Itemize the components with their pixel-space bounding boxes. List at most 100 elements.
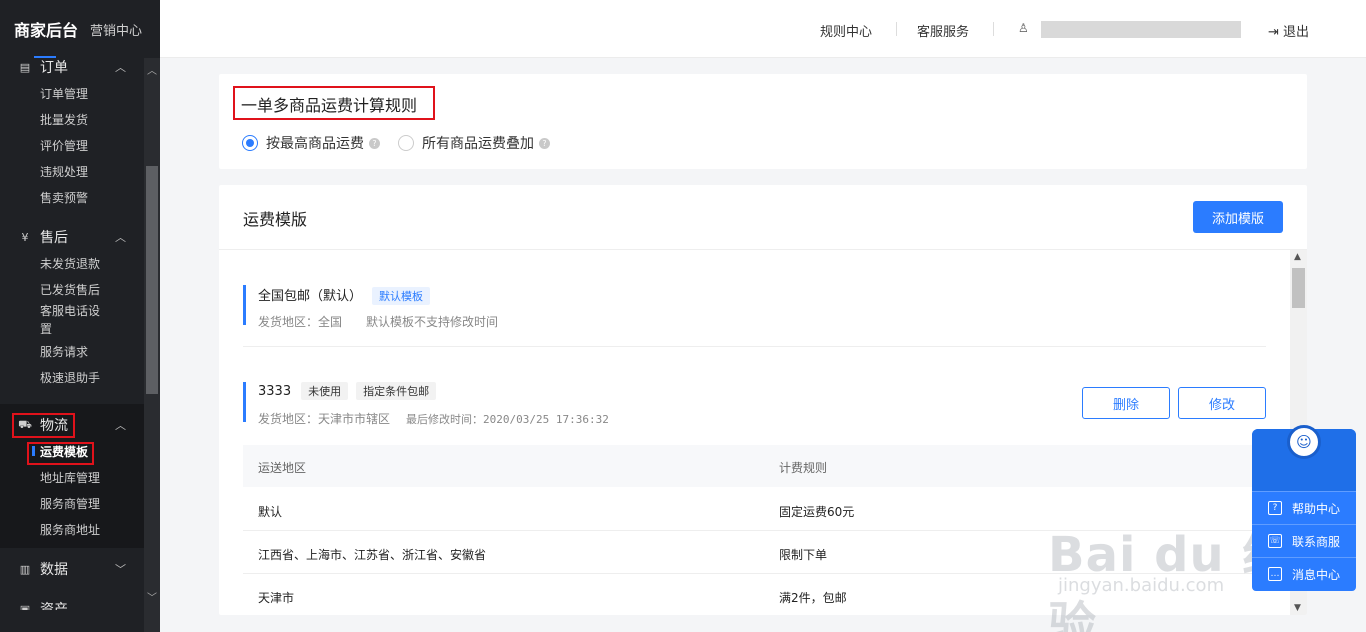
help-panel-header: ☺ <box>1252 425 1356 491</box>
cell-billing: 固定运费60元 <box>779 505 855 519</box>
freight-rule-card: 一单多商品运费计算规则 按最高商品运费 ? 所有商品运费叠加 ? <box>219 74 1307 169</box>
sidebar-scrollbar-thumb[interactable] <box>146 166 158 394</box>
nav-group-data-header[interactable]: ▥ 数据 ﹀ <box>0 556 144 582</box>
top-header: 规则中心 客服服务 ♙ ⇥ 退出 <box>160 0 1366 58</box>
user-icon[interactable]: ♙ <box>1018 21 1029 35</box>
template-accent-bar <box>243 382 246 422</box>
highlight-box-freight-template <box>27 442 94 465</box>
sidebar-item-unshipped-refund[interactable]: 未发货退款 <box>0 250 144 276</box>
brand-main-tab[interactable]: 商家后台 <box>14 17 78 41</box>
cell-billing: 限制下单 <box>779 548 828 562</box>
sidebar-item-review-manage[interactable]: 评价管理 <box>0 132 144 158</box>
yen-icon: ¥ <box>21 230 29 244</box>
chevron-up-icon: ︿ <box>115 61 126 74</box>
sidebar-item-violation[interactable]: 违规处理 <box>0 158 144 184</box>
template-table-header: 运送地区 计费规则 <box>243 445 1266 487</box>
header-divider <box>993 22 994 36</box>
sidebar: 商家后台 营销中心 ▤ 订单 ︿ 订单管理 批量发货 评价管理 违规处理 售卖预… <box>0 0 160 632</box>
logout-icon: ⇥ <box>1268 25 1284 40</box>
nav-group-asset: ▣ 资产 <box>0 596 144 610</box>
nav-group-order-title: 订单 <box>40 60 68 76</box>
rules-center-link[interactable]: 规则中心 <box>820 21 872 40</box>
tag-conditional-free-shipping: 指定条件包邮 <box>356 382 437 400</box>
asset-icon: ▣ <box>19 602 31 611</box>
nav-group-aftersale-title: 售后 <box>40 230 68 246</box>
sidebar-item-service-request[interactable]: 服务请求 <box>0 338 144 364</box>
delete-template-button[interactable]: 删除 <box>1082 387 1170 419</box>
cs-phone-line2: 置 <box>40 322 53 336</box>
chevron-up-icon: ︿ <box>115 231 126 244</box>
scroll-up-icon[interactable]: ▲ <box>1294 252 1301 262</box>
brand-marketing-tab[interactable]: 营销中心 <box>90 20 142 39</box>
cell-area: 江西省、上海市、江苏省、浙江省、安徽省 <box>258 548 487 562</box>
template-name: 全国包邮（默认） <box>258 289 363 304</box>
template-ship-area: 发货地区：天津市市辖区 <box>258 412 391 426</box>
sidebar-scrollbar[interactable]: ︿ ﹀ <box>144 58 160 632</box>
watermark-sub: jingyan.baidu.com <box>1058 575 1225 596</box>
column-header-area: 运送地区 <box>258 461 307 475</box>
chevron-down-icon: ﹀ <box>115 563 126 576</box>
tag-default-template: 默认模板 <box>372 287 431 305</box>
brand-bar: 商家后台 营销中心 <box>0 0 160 58</box>
templates-title: 运费模版 <box>243 210 308 229</box>
highlight-box-freight-rule <box>233 86 435 120</box>
sidebar-item-order-manage[interactable]: 订单管理 <box>0 80 144 106</box>
template-name-row: 3333 未使用 指定条件包邮 <box>258 382 437 400</box>
template-name: 3333 <box>258 384 292 399</box>
sidebar-item-sale-warning[interactable]: 售卖预警 <box>0 184 144 210</box>
scroll-down-icon[interactable]: ﹀ <box>147 589 157 604</box>
template-meta: 发货地区：天津市市辖区 最后修改时间：2020/03/25 17:36:32 <box>258 410 609 427</box>
sidebar-item-address-library[interactable]: 地址库管理 <box>0 464 144 490</box>
nav-group-aftersale-header[interactable]: ¥ 售后 ︿ <box>0 224 144 250</box>
order-doc-icon: ▤ <box>19 60 31 74</box>
column-header-billing: 计费规则 <box>779 461 828 475</box>
help-question-icon[interactable]: ? <box>539 137 550 149</box>
nav-group-data-title: 数据 <box>40 562 68 578</box>
templates-scrollbar-thumb[interactable] <box>1292 268 1305 308</box>
cell-area: 天津市 <box>258 591 295 605</box>
radio-sum-freight-label[interactable]: 所有商品运费叠加 <box>422 133 534 153</box>
sidebar-item-cs-phone-label: 客服电话设置 <box>40 302 100 338</box>
help-center-button[interactable]: ? 帮助中心 <box>1252 491 1356 524</box>
question-icon: ? <box>1268 501 1282 515</box>
sidebar-item-batch-ship[interactable]: 批量发货 <box>0 106 144 132</box>
cell-billing: 满2件，包邮 <box>779 591 847 605</box>
logout-button[interactable]: ⇥ 退出 <box>1268 21 1309 40</box>
sidebar-item-shipped-aftersale[interactable]: 已发货售后 <box>0 276 144 302</box>
sidebar-item-provider-manage[interactable]: 服务商管理 <box>0 490 144 516</box>
customer-service-link[interactable]: 客服服务 <box>917 21 969 40</box>
contact-service-button[interactable]: ☏ 联系商服 <box>1252 524 1356 557</box>
tag-unused: 未使用 <box>301 382 349 400</box>
radio-highest-freight[interactable] <box>242 135 258 151</box>
radio-sum-freight[interactable] <box>398 135 414 151</box>
help-center-label: 帮助中心 <box>1292 501 1341 516</box>
highlight-box-logistics <box>12 413 75 438</box>
sidebar-item-cs-phone[interactable]: 客服电话设置 <box>0 302 144 338</box>
template-meta: 发货地区：全国 默认模板不支持修改时间 <box>258 315 499 329</box>
robot-avatar-icon[interactable]: ☺ <box>1287 425 1321 459</box>
radio-highest-freight-label[interactable]: 按最高商品运费 <box>266 133 364 153</box>
header-divider <box>896 22 897 36</box>
redacted-username[interactable] <box>1041 21 1241 38</box>
nav-group-order-header[interactable]: ▤ 订单 ︿ <box>0 54 144 80</box>
add-template-button[interactable]: 添加模版 <box>1193 201 1283 233</box>
cs-phone-line1: 客服电话设 <box>40 304 101 318</box>
edit-template-button[interactable]: 修改 <box>1178 387 1266 419</box>
nav-group-asset-header[interactable]: ▣ 资产 <box>0 596 144 610</box>
bar-chart-icon: ▥ <box>19 562 31 576</box>
contact-service-label: 联系商服 <box>1292 534 1341 549</box>
nav-group-data: ▥ 数据 ﹀ <box>0 556 144 582</box>
scroll-up-icon[interactable]: ︿ <box>147 62 157 77</box>
help-float-panel: ☺ ? 帮助中心 ☏ 联系商服 … 消息中心 <box>1252 425 1356 591</box>
sidebar-item-fast-refund[interactable]: 极速退助手 <box>0 364 144 390</box>
template-name-row: 全国包邮（默认） 默认模板 <box>258 285 431 305</box>
sidebar-item-provider-address[interactable]: 服务商地址 <box>0 516 144 542</box>
help-question-icon[interactable]: ? <box>369 137 380 149</box>
chevron-up-icon: ︿ <box>115 419 126 432</box>
cell-area: 默认 <box>258 505 283 519</box>
freight-rule-options: 按最高商品运费 ? 所有商品运费叠加 ? <box>242 133 568 153</box>
template-accent-bar <box>243 285 246 325</box>
nav-group-aftersale: ¥ 售后 ︿ 未发货退款 已发货售后 客服电话设置 服务请求 极速退助手 <box>0 224 144 390</box>
nav-group-order: ▤ 订单 ︿ 订单管理 批量发货 评价管理 违规处理 售卖预警 <box>0 54 144 210</box>
message-center-button[interactable]: … 消息中心 <box>1252 557 1356 590</box>
